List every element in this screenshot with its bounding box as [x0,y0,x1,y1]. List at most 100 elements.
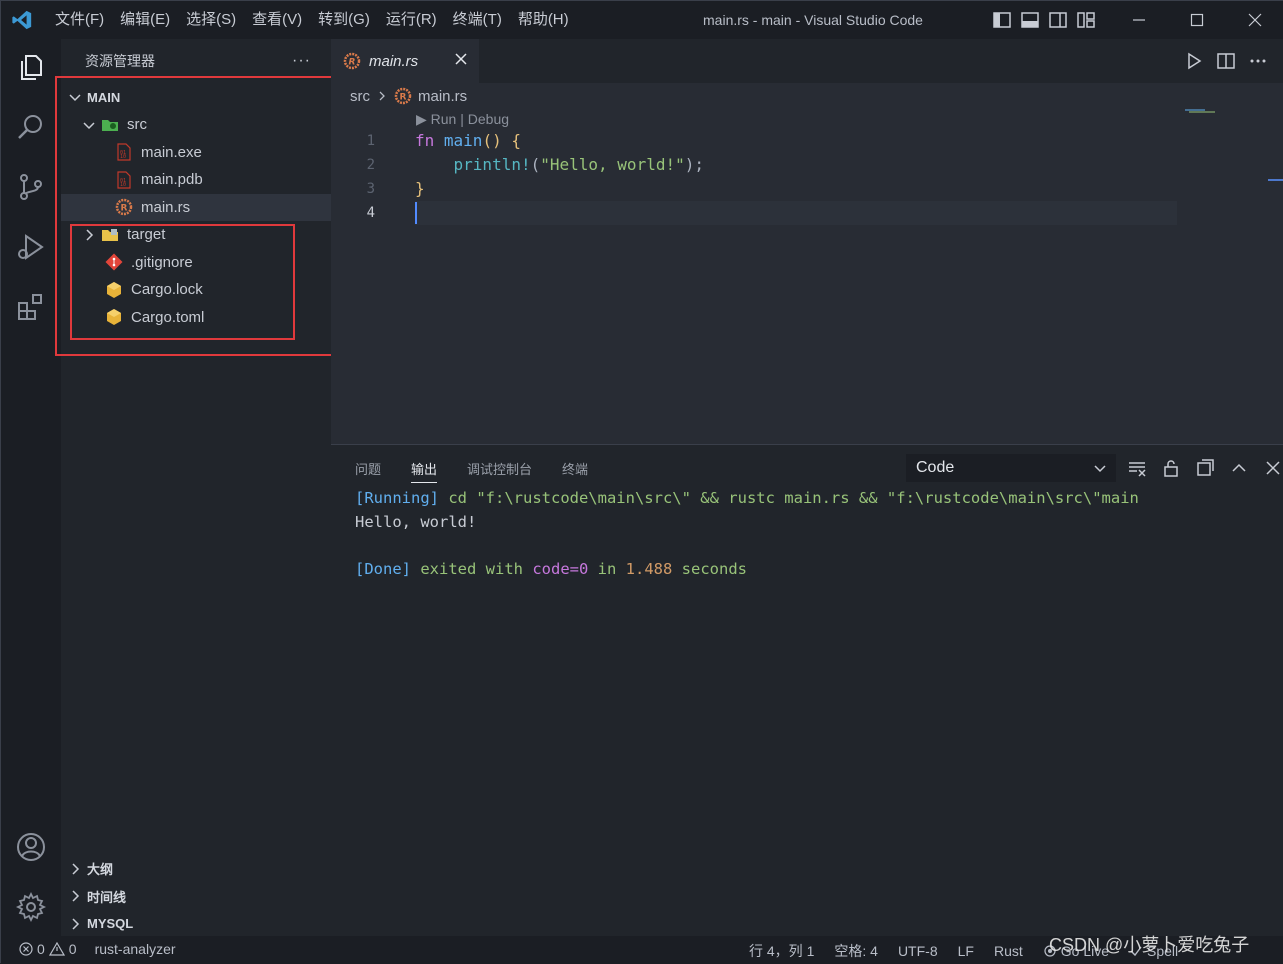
output-line: [Running] cd "f:\rustcode\main\src\" && … [355,487,1139,511]
menu-file[interactable]: 文件(F) [47,1,112,39]
elapsed-time: 1.488 [625,559,673,578]
breadcrumb-folder[interactable]: src [350,88,370,105]
exit-code: code=0 [532,559,589,578]
lock-scroll-icon[interactable] [1161,458,1181,478]
tab-debug-console[interactable]: 调试控制台 [467,459,532,483]
menu-edit[interactable]: 编辑(E) [112,1,178,39]
editor-actions [1184,51,1268,71]
punctuation: ); [684,155,704,174]
rust-analyzer-status[interactable]: rust-analyzer [95,941,176,957]
bottom-panel: 问题 输出 调试控制台 终端 Code [Running] cd "f:\rus… [331,444,1283,936]
close-tab-icon[interactable] [453,51,469,67]
window-controls [1110,1,1283,39]
tab-problems[interactable]: 问题 [355,459,381,483]
open-in-editor-icon[interactable] [1195,458,1215,478]
line-number-gutter: 1 2 3 4 [331,129,391,225]
done-text: seconds [672,559,747,578]
minimize-button[interactable] [1110,1,1168,39]
split-editor-icon[interactable] [1216,51,1236,71]
menu-selection[interactable]: 选择(S) [178,1,244,39]
menu-go[interactable]: 转到(G) [310,1,378,39]
run-debug-icon[interactable] [15,231,47,263]
section-label: 时间线 [87,889,127,905]
status-left: 0 0 rust-analyzer [19,941,176,957]
chevron-right-icon [72,918,80,930]
line-number: 2 [366,157,375,173]
customize-layout-icon[interactable] [1076,11,1096,29]
source-control-icon[interactable] [15,171,47,203]
clear-output-icon[interactable] [1127,458,1147,478]
scrollbar-indicator[interactable] [1268,179,1283,181]
search-icon[interactable] [15,111,47,143]
menu-view[interactable]: 查看(V) [244,1,310,39]
more-actions-icon[interactable] [1248,51,1268,71]
warning-icon [48,942,65,956]
menu-help[interactable]: 帮助(H) [510,1,577,39]
close-icon [1248,13,1262,27]
activity-bar [1,39,61,936]
code-line: fn main() { [415,129,704,153]
editor-area: R main.rs src R main.rs ▶ Run | Debug 1 … [331,39,1283,444]
output-log[interactable]: [Running] cd "f:\rustcode\main\src\" && … [355,487,1139,581]
line-number: 3 [366,181,375,197]
output-channel-value: Code [916,459,955,476]
toggle-primary-sidebar-icon[interactable] [992,11,1012,29]
chevron-right-icon [72,890,80,902]
maximize-button[interactable] [1168,1,1226,39]
breadcrumb-file[interactable]: main.rs [418,88,467,105]
problems-status[interactable]: 0 0 [19,941,77,957]
account-icon[interactable] [15,831,47,863]
output-line: Hello, world! [355,512,477,531]
explorer-icon[interactable] [15,51,47,83]
minimap[interactable] [1185,109,1245,115]
function-name: main [443,131,483,150]
vscode-logo-icon [12,10,32,30]
language-mode[interactable]: Rust [994,943,1023,959]
toggle-panel-icon[interactable] [1020,11,1040,29]
code-line: } [415,177,704,201]
outline-section-header[interactable]: 大纲 [61,855,331,883]
menu-run[interactable]: 运行(R) [378,1,445,39]
end-of-line[interactable]: LF [958,943,974,959]
tab-terminal[interactable]: 终端 [562,459,588,483]
output-line-blank [355,534,1139,558]
timeline-section-header[interactable]: 时间线 [61,883,331,911]
text-cursor [415,202,417,224]
punctuation: } [415,179,425,198]
string-literal: "Hello, world!" [540,155,685,174]
tab-main-rs[interactable]: R main.rs [331,39,479,83]
error-count: 0 [37,941,45,957]
minimize-icon [1133,19,1145,21]
collapsed-sections: 大纲 时间线 MYSQL [61,855,331,938]
run-debug-codelens[interactable]: ▶ Run | Debug [416,111,509,128]
rust-file-icon: R [394,87,412,105]
chevron-right-icon [72,863,80,875]
section-label: 大纲 [87,862,114,878]
done-text: exited with [411,559,533,578]
run-icon[interactable] [1184,51,1204,71]
running-command: cd "f:\rustcode\main\src\" && rustc main… [439,489,1139,507]
output-channel-select[interactable]: Code [906,454,1116,482]
extensions-icon[interactable] [15,291,47,323]
done-tag: [Done] [355,559,411,578]
close-window-button[interactable] [1226,1,1283,39]
indentation[interactable]: 空格: 4 [834,941,878,961]
cursor-position[interactable]: 行 4，列 1 [749,941,814,961]
running-tag: [Running] [355,489,439,507]
encoding[interactable]: UTF-8 [898,943,938,959]
more-actions-button[interactable]: ··· [292,52,311,70]
tab-output[interactable]: 输出 [411,459,438,483]
annotation-box-inner [70,224,295,340]
macro: println! [453,155,531,174]
settings-gear-icon[interactable] [15,891,47,923]
menu-terminal[interactable]: 终端(T) [445,1,510,39]
maximize-panel-icon[interactable] [1229,458,1249,478]
output-line: [Done] exited with code=0 in 1.488 secon… [355,558,1139,582]
code-text[interactable]: fn main() { println!("Hello, world!"); } [415,129,704,225]
close-panel-icon[interactable] [1263,458,1283,478]
toggle-secondary-sidebar-icon[interactable] [1048,11,1068,29]
mysql-section-header[interactable]: MYSQL [61,910,331,938]
warning-count: 0 [68,941,77,957]
menu-bar: 文件(F) 编辑(E) 选择(S) 查看(V) 转到(G) 运行(R) 终端(T… [47,1,577,39]
